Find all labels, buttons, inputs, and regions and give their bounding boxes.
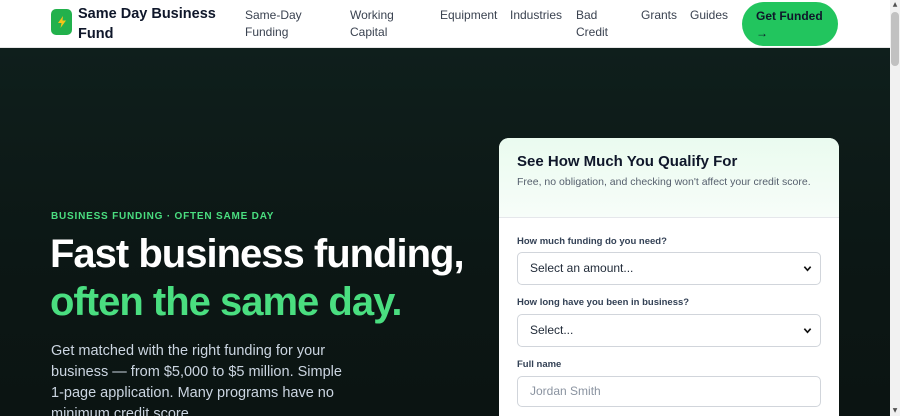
nav-link-working-capital[interactable]: Working Capital (350, 7, 394, 41)
hero-subtext: Get matched with the right funding for y… (51, 343, 342, 416)
full-name-placeholder: Jordan Smith (530, 384, 601, 398)
page-scrollbar[interactable]: ▲ ▼ (890, 0, 900, 416)
chevron-down-icon (803, 266, 812, 272)
form-description: Free, no obligation, and checking won't … (517, 176, 811, 188)
funding-amount-label: How much funding do you need? (517, 236, 667, 247)
chevron-down-icon (803, 328, 812, 334)
nav-link-equipment[interactable]: Equipment (440, 7, 497, 24)
scrollbar-thumb[interactable] (891, 12, 899, 66)
nav-link-guides[interactable]: Guides (690, 7, 728, 24)
qualify-form-card: See How Much You Qualify For Free, no ob… (499, 138, 839, 416)
nav-link-bad-credit[interactable]: Bad Credit (576, 7, 608, 41)
lightning-bolt-icon[interactable] (51, 9, 72, 35)
full-name-label: Full name (517, 359, 562, 370)
get-funded-button[interactable]: Get Funded → (742, 2, 838, 46)
hero-headline: Fast business funding, often the same da… (50, 230, 490, 326)
full-name-input[interactable]: Jordan Smith (517, 376, 821, 407)
time-in-business-label: How long have you been in business? (517, 297, 690, 308)
nav-link-grants[interactable]: Grants (641, 7, 677, 24)
hero-eyebrow: BUSINESS FUNDING · OFTEN SAME DAY (51, 211, 275, 222)
nav-link-industries[interactable]: Industries (510, 7, 562, 24)
funding-amount-select[interactable]: Select an amount... (517, 252, 821, 285)
top-navbar: Same Day Business Fund Same-Day Funding … (0, 0, 890, 48)
nav-link-same-day-funding[interactable]: Same-Day Funding (245, 7, 302, 41)
brand-name[interactable]: Same Day Business Fund (78, 4, 218, 44)
form-header: See How Much You Qualify For Free, no ob… (499, 138, 839, 218)
time-in-business-select[interactable]: Select... (517, 314, 821, 347)
time-in-business-value: Select... (530, 323, 574, 337)
scroll-down-icon[interactable]: ▼ (890, 406, 900, 416)
scroll-up-icon[interactable]: ▲ (890, 0, 900, 10)
funding-amount-value: Select an amount... (530, 261, 634, 275)
form-title: See How Much You Qualify For (517, 153, 738, 170)
headline-line-2: often the same day. (50, 280, 402, 324)
headline-line-1: Fast business funding, (50, 232, 465, 276)
